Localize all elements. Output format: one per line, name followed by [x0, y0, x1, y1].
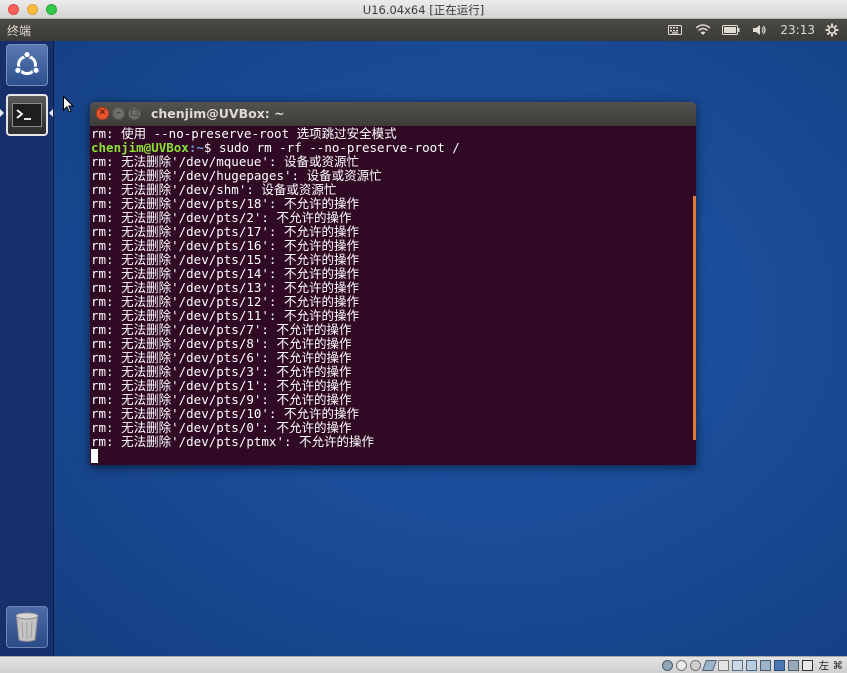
- prompt-user: chenjim@UVBox: [91, 140, 189, 155]
- terminal-output-line: rm: 无法删除'/dev/pts/15': 不允许的操作: [91, 252, 359, 267]
- hard-disk-icon[interactable]: [661, 660, 673, 671]
- terminal-output-line: rm: 无法删除'/dev/hugepages': 设备或资源忙: [91, 168, 382, 183]
- terminal-icon: [12, 103, 42, 127]
- panel-app-name[interactable]: 终端: [7, 22, 31, 39]
- terminal-output-line: rm: 使用 --no-preserve-root 选项跳过安全模式: [91, 126, 397, 141]
- terminal-minimize-button[interactable]: –: [112, 107, 125, 120]
- terminal-output-line: rm: 无法删除'/dev/pts/10': 不允许的操作: [91, 406, 359, 421]
- terminal-title: chenjim@UVBox: ~: [151, 106, 285, 121]
- host-key-label: 左 ⌘: [818, 660, 843, 672]
- unity-launcher: [0, 41, 54, 656]
- prompt-symbol: $: [203, 140, 219, 155]
- terminal-output-line: rm: 无法删除'/dev/pts/8': 不允许的操作: [91, 336, 352, 351]
- terminal-output-line: rm: 无法删除'/dev/pts/6': 不允许的操作: [91, 350, 352, 365]
- terminal-output-line: rm: 无法删除'/dev/pts/3': 不允许的操作: [91, 364, 352, 379]
- prompt-command: sudo rm -rf --no-preserve-root /: [218, 140, 460, 155]
- terminal-output-line: rm: 无法删除'/dev/mqueue': 设备或资源忙: [91, 154, 359, 169]
- wifi-icon[interactable]: [692, 19, 714, 41]
- terminal-window[interactable]: ✕ – □ chenjim@UVBox: ~ rm: 使用 --no-prese…: [90, 102, 696, 465]
- terminal-output-line: rm: 无法删除'/dev/pts/16': 不允许的操作: [91, 238, 359, 253]
- terminal-output-line: rm: 无法删除'/dev/pts/2': 不允许的操作: [91, 210, 352, 225]
- terminal-output-line: rm: 无法删除'/dev/pts/11': 不允许的操作: [91, 308, 359, 323]
- audio-icon[interactable]: [689, 660, 701, 671]
- panel-indicators: 23:13: [658, 19, 847, 41]
- volume-icon[interactable]: [748, 19, 770, 41]
- close-icon: ✕: [98, 108, 107, 118]
- mouse-integration-icon[interactable]: [801, 660, 813, 671]
- terminal-output-line: rm: 无法删除'/dev/pts/12': 不允许的操作: [91, 294, 359, 309]
- vbox-status-icons: 左 ⌘: [659, 658, 843, 673]
- terminal-prompt-line: chenjim@UVBox:~$ sudo rm -rf --no-preser…: [91, 141, 696, 155]
- network-icon[interactable]: [745, 660, 757, 671]
- trash-icon: [15, 612, 39, 642]
- shared-folder-icon[interactable]: [717, 660, 729, 671]
- display-icon[interactable]: [731, 660, 743, 671]
- battery-icon[interactable]: [720, 19, 742, 41]
- terminal-scrollbar[interactable]: [693, 196, 696, 440]
- ubuntu-top-panel: 终端 23:13: [0, 19, 847, 41]
- mouse-pointer-icon: [63, 96, 74, 113]
- terminal-maximize-button[interactable]: □: [128, 107, 141, 120]
- optical-drive-icon[interactable]: [675, 660, 687, 671]
- terminal-output-line: rm: 无法删除'/dev/pts/0': 不允许的操作: [91, 420, 352, 435]
- launcher-terminal[interactable]: [6, 94, 48, 136]
- terminal-close-button[interactable]: ✕: [96, 107, 109, 120]
- terminal-output-line: rm: 无法删除'/dev/pts/1': 不允许的操作: [91, 378, 352, 393]
- terminal-output-line: rm: 无法删除'/dev/pts/7': 不允许的操作: [91, 322, 352, 337]
- terminal-output-line: rm: 无法删除'/dev/pts/13': 不允许的操作: [91, 280, 359, 295]
- host-window-titlebar: U16.04x64 [正在运行]: [0, 0, 847, 19]
- terminal-output-line: rm: 无法删除'/dev/pts/14': 不允许的操作: [91, 266, 359, 281]
- terminal-input-line[interactable]: [91, 449, 696, 463]
- usb-icon[interactable]: [701, 660, 717, 671]
- launcher-trash[interactable]: [6, 606, 48, 648]
- terminal-output[interactable]: rm: 使用 --no-preserve-root 选项跳过安全模式 chenji…: [90, 126, 696, 465]
- ubuntu-logo-icon: [14, 50, 40, 75]
- guest-additions-icon[interactable]: [773, 660, 785, 671]
- prompt-path: :~: [188, 140, 204, 155]
- minimize-icon: –: [116, 108, 121, 118]
- terminal-output-line: rm: 无法删除'/dev/pts/ptmx': 不允许的操作: [91, 434, 375, 449]
- terminal-output-line: rm: 无法删除'/dev/shm': 设备或资源忙: [91, 182, 337, 197]
- launcher-active-indicator-right: [49, 109, 53, 117]
- panel-clock[interactable]: 23:13: [780, 23, 815, 37]
- launcher-dash-home[interactable]: [6, 44, 48, 86]
- launcher-active-indicator-left: [0, 109, 4, 117]
- video-capture-icon[interactable]: [759, 660, 771, 671]
- terminal-output-line: rm: 无法删除'/dev/pts/9': 不允许的操作: [91, 392, 352, 407]
- terminal-titlebar[interactable]: ✕ – □ chenjim@UVBox: ~: [90, 102, 696, 126]
- terminal-output-line: rm: 无法删除'/dev/pts/18': 不允许的操作: [91, 196, 359, 211]
- text-cursor: [91, 449, 98, 463]
- cpu-icon[interactable]: [787, 660, 799, 671]
- keyboard-icon[interactable]: [664, 19, 686, 41]
- host-window-title: U16.04x64 [正在运行]: [362, 3, 485, 17]
- gear-icon[interactable]: [821, 19, 843, 41]
- vbox-status-bar: 左 ⌘: [0, 656, 847, 673]
- terminal-output-line: rm: 无法删除'/dev/pts/17': 不允许的操作: [91, 224, 359, 239]
- maximize-icon: □: [130, 108, 139, 118]
